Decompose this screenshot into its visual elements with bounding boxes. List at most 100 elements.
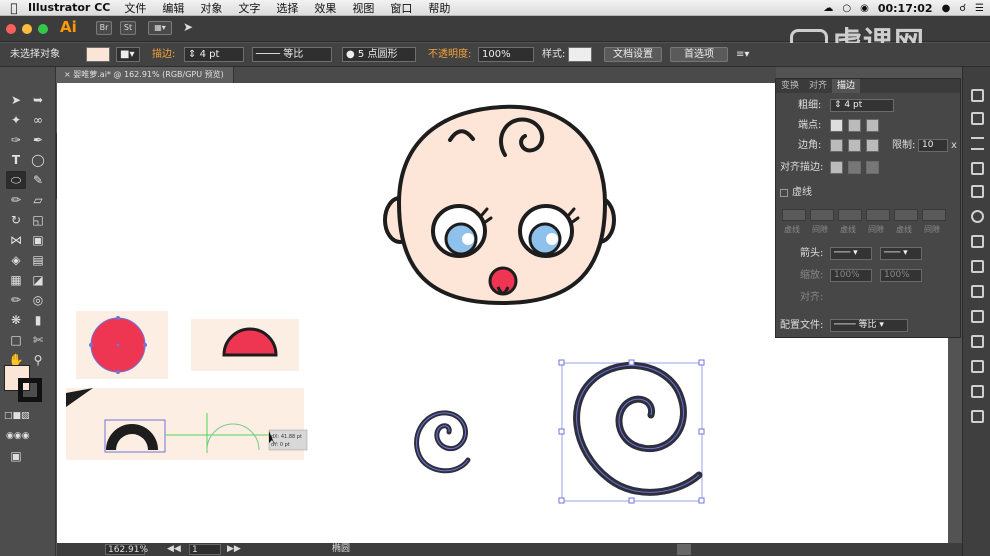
width-profile-select[interactable]: ──── 等比 ▾ <box>830 319 908 332</box>
round-cap-button[interactable] <box>848 119 861 132</box>
transparency-panel-icon[interactable] <box>971 162 984 175</box>
gap-field-1[interactable] <box>810 209 834 221</box>
graphic-styles-panel-icon[interactable] <box>971 260 984 273</box>
menu-window[interactable]: 窗口 <box>390 0 412 16</box>
layers-panel-icon[interactable] <box>971 285 984 298</box>
artboard-tool-icon[interactable]: □ <box>6 331 26 349</box>
rotate-tool-icon[interactable]: ↻ <box>6 211 26 229</box>
gap-field-3[interactable] <box>922 209 946 221</box>
ellipse-tool-icon[interactable]: ⬭ <box>6 171 26 189</box>
stroke-swatch[interactable]: ■▾ <box>116 47 140 62</box>
screen-mode-icon[interactable]: ▣ <box>6 447 26 465</box>
opacity-label[interactable]: 不透明度: <box>428 48 471 62</box>
start-arrowhead-select[interactable]: ─── ▾ <box>830 247 872 260</box>
scale-tool-icon[interactable]: ◱ <box>28 211 48 229</box>
symbol-sprayer-tool-icon[interactable]: ❋ <box>6 311 26 329</box>
menu-edit[interactable]: 编辑 <box>162 0 184 16</box>
notification-icon[interactable]: ☰ <box>975 3 984 14</box>
mesh-tool-icon[interactable]: ▦ <box>6 271 26 289</box>
tab-transform[interactable]: 变换 <box>776 79 804 93</box>
gpu-performance-icon[interactable]: ➤ <box>180 21 196 35</box>
end-arrowhead-select[interactable]: ─── ▾ <box>880 247 922 260</box>
blend-tool-icon[interactable]: ◎ <box>28 291 48 309</box>
minimize-window-button[interactable] <box>22 24 32 34</box>
menu-type[interactable]: 文字 <box>238 0 260 16</box>
stock-button[interactable]: St <box>120 21 136 35</box>
menu-file[interactable]: 文件 <box>124 0 146 16</box>
brush-definition[interactable]: ● 5 点圆形 <box>342 47 416 62</box>
zoom-window-button[interactable] <box>38 24 48 34</box>
apple-icon[interactable]:  <box>0 1 28 15</box>
menu-select[interactable]: 选择 <box>276 0 298 16</box>
graphic-style-swatch[interactable] <box>568 47 592 62</box>
app-menu[interactable]: Illustrator CC <box>28 1 110 14</box>
align-options-icon[interactable]: ≡▾ <box>736 48 749 62</box>
gradient-tool-icon[interactable]: ◪ <box>28 271 48 289</box>
direct-selection-tool-icon[interactable]: ➥ <box>28 91 48 109</box>
pencil-tool-icon[interactable]: ✏ <box>6 191 26 209</box>
brushes-panel-icon[interactable] <box>971 210 984 223</box>
color-panel-icon[interactable] <box>971 89 984 102</box>
bevel-join-button[interactable] <box>866 139 879 152</box>
miter-limit-field[interactable]: 10 <box>918 139 948 152</box>
column-graph-tool-icon[interactable]: ▮ <box>28 311 48 329</box>
perspective-grid-tool-icon[interactable]: ▤ <box>28 251 48 269</box>
document-setup-button[interactable]: 文档设置 <box>604 47 662 62</box>
menu-object[interactable]: 对象 <box>200 0 222 16</box>
next-artboard-button[interactable]: ▶▶ <box>227 544 241 555</box>
align-outside-button[interactable] <box>866 161 879 174</box>
color-mode-icon[interactable]: □■▨ <box>4 407 30 425</box>
document-tab[interactable]: × 婴唯萝.ai* @ 162.91% (RGB/GPU 预览) <box>56 67 234 83</box>
menu-help[interactable]: 帮助 <box>428 0 450 16</box>
end-arrow-scale-field[interactable]: 100% <box>880 269 922 282</box>
opacity-field[interactable]: 100% <box>478 47 534 62</box>
gap-field-2[interactable] <box>866 209 890 221</box>
first-artboard-button[interactable]: ◀◀ <box>167 544 181 555</box>
shape-builder-tool-icon[interactable]: ◈ <box>6 251 26 269</box>
bridge-button[interactable]: Br <box>96 21 112 35</box>
variable-width-profile[interactable]: ──── 等比 <box>252 47 332 62</box>
zoom-level-field[interactable]: 162.91% <box>105 544 148 555</box>
color-guide-panel-icon[interactable] <box>971 112 984 125</box>
swatches-panel-icon[interactable] <box>971 185 984 198</box>
selection-tool-icon[interactable]: ➤ <box>6 91 26 109</box>
fill-swatch[interactable] <box>86 47 110 62</box>
width-tool-icon[interactable]: ⋈ <box>6 231 26 249</box>
screen-record-icon[interactable]: ◉ <box>860 3 869 14</box>
magic-wand-tool-icon[interactable]: ✦ <box>6 111 26 129</box>
align-panel-icon[interactable] <box>971 385 984 398</box>
arrange-documents-button[interactable]: ▦▾ <box>148 21 172 35</box>
paintbrush-tool-icon[interactable]: ✎ <box>28 171 48 189</box>
line-tool-icon[interactable]: ◯ <box>28 151 48 169</box>
wifi-icon[interactable]: ○ <box>842 3 851 14</box>
menu-effect[interactable]: 效果 <box>314 0 336 16</box>
round-join-button[interactable] <box>848 139 861 152</box>
eraser-tool-icon[interactable]: ▱ <box>28 191 48 209</box>
draw-mode-icon[interactable]: ◉◉◉ <box>6 427 30 445</box>
projecting-cap-button[interactable] <box>866 119 879 132</box>
free-transform-tool-icon[interactable]: ▣ <box>28 231 48 249</box>
miter-join-button[interactable] <box>830 139 843 152</box>
menu-view[interactable]: 视图 <box>352 0 374 16</box>
type-tool-icon[interactable]: T <box>6 151 26 169</box>
pen-tool-icon[interactable]: ✑ <box>6 131 26 149</box>
pathfinder-panel-icon[interactable] <box>971 410 984 423</box>
start-arrow-scale-field[interactable]: 100% <box>830 269 872 282</box>
curvature-tool-icon[interactable]: ✒ <box>28 131 48 149</box>
dashed-line-checkbox[interactable] <box>780 189 788 197</box>
eyedropper-tool-icon[interactable]: ✏ <box>6 291 26 309</box>
artboard-number-field[interactable]: 1 <box>189 544 221 555</box>
spotlight-icon[interactable]: ☌ <box>959 3 966 14</box>
close-window-button[interactable] <box>6 24 16 34</box>
preferences-button[interactable]: 首选项 <box>670 47 728 62</box>
tab-stroke[interactable]: 描边 <box>832 79 861 93</box>
artboards-panel-icon[interactable] <box>971 310 984 323</box>
stroke-label[interactable]: 描边: <box>152 48 175 62</box>
lasso-tool-icon[interactable]: ∞ <box>28 111 48 129</box>
dropbox-icon[interactable]: ☁ <box>823 3 833 14</box>
dash-field-1[interactable] <box>782 209 806 221</box>
wechat-icon[interactable]: ● <box>942 3 951 14</box>
weight-field[interactable]: ⇕ 4 pt <box>830 99 894 112</box>
links-panel-icon[interactable] <box>971 360 984 373</box>
dash-field-3[interactable] <box>894 209 918 221</box>
